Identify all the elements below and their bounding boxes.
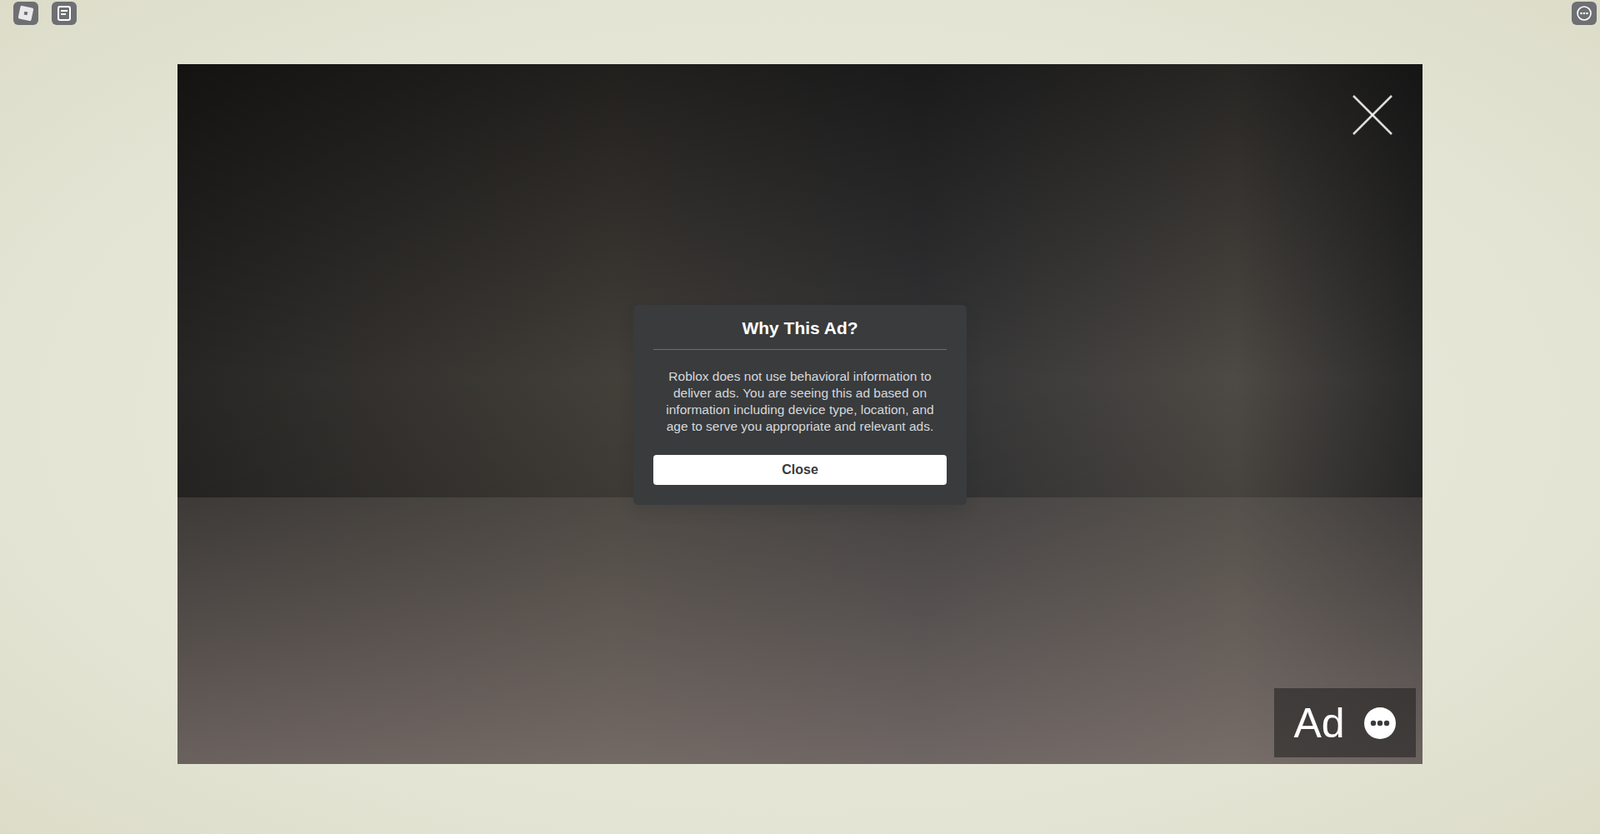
more-menu-button[interactable] bbox=[1571, 1, 1597, 25]
close-ad-icon[interactable] bbox=[1350, 93, 1395, 137]
roblox-menu-button[interactable] bbox=[13, 1, 39, 25]
chat-button[interactable] bbox=[51, 1, 77, 25]
close-button[interactable]: Close bbox=[653, 455, 947, 485]
roblox-logo-icon bbox=[13, 1, 39, 25]
more-options-icon[interactable] bbox=[1363, 706, 1397, 740]
chat-icon bbox=[51, 1, 77, 25]
ad-badge: Ad bbox=[1274, 688, 1416, 758]
ad-video: Ad Why This Ad? Roblox does not use beha… bbox=[177, 64, 1423, 765]
ad-label: Ad bbox=[1293, 702, 1345, 745]
dialog-title: Why This Ad? bbox=[653, 316, 947, 340]
more-icon bbox=[1571, 1, 1597, 25]
why-this-ad-dialog: Why This Ad? Roblox does not use behavio… bbox=[633, 305, 967, 505]
dialog-body: Roblox does not use behavioral informati… bbox=[653, 368, 947, 435]
